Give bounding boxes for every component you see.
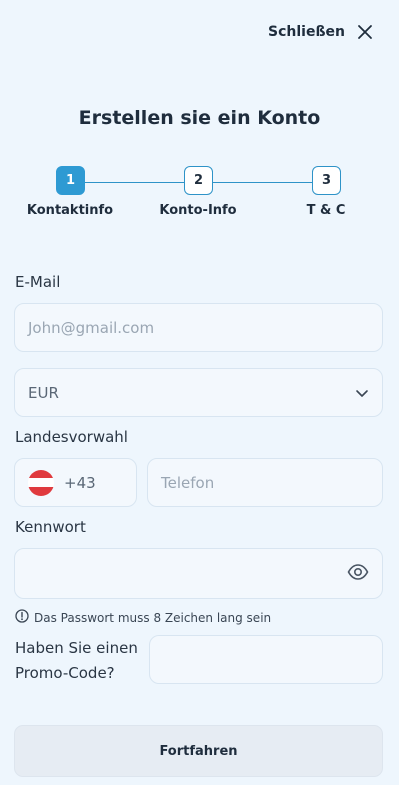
step-2[interactable]: 2 bbox=[184, 166, 213, 195]
promo-label: Haben Sie einen Promo-Code? bbox=[15, 639, 138, 682]
austria-flag-icon bbox=[28, 469, 54, 496]
promo-code-field[interactable] bbox=[149, 635, 383, 684]
close-label: Schließen bbox=[268, 24, 345, 40]
email-field[interactable]: John@gmail.com bbox=[14, 303, 383, 352]
step-1[interactable]: 1 bbox=[56, 166, 85, 195]
info-icon bbox=[15, 609, 29, 626]
chevron-down-icon bbox=[355, 384, 369, 402]
close-icon[interactable] bbox=[357, 24, 373, 40]
password-hint: Das Passwort muss 8 Zeichen lang sein bbox=[15, 609, 271, 626]
step-1-label: Kontaktinfo bbox=[26, 203, 114, 218]
country-code-select[interactable]: +43 bbox=[14, 458, 137, 507]
page-title: Erstellen sie ein Konto bbox=[78, 107, 321, 129]
currency-select[interactable]: EUR bbox=[14, 368, 383, 417]
continue-button[interactable]: Fortfahren bbox=[14, 725, 383, 777]
stepper-connector bbox=[85, 182, 184, 183]
step-3[interactable]: 3 bbox=[312, 166, 341, 195]
country-code-label: Landesvorwahl bbox=[15, 428, 128, 446]
step-3-label: T & C bbox=[306, 203, 346, 218]
email-label: E-Mail bbox=[15, 273, 61, 291]
phone-placeholder: Telefon bbox=[161, 473, 215, 492]
country-code-value: +43 bbox=[64, 473, 96, 492]
currency-value: EUR bbox=[28, 383, 59, 402]
eye-icon[interactable] bbox=[347, 563, 369, 584]
password-label: Kennwort bbox=[15, 518, 86, 536]
password-hint-text: Das Passwort muss 8 Zeichen lang sein bbox=[34, 610, 272, 625]
step-2-label: Konto-Info bbox=[159, 203, 237, 218]
close-button[interactable]: Schließen bbox=[268, 24, 373, 40]
stepper-connector bbox=[213, 182, 312, 183]
phone-field[interactable]: Telefon bbox=[147, 458, 383, 507]
password-field[interactable] bbox=[14, 548, 383, 599]
email-placeholder: John@gmail.com bbox=[28, 318, 155, 337]
